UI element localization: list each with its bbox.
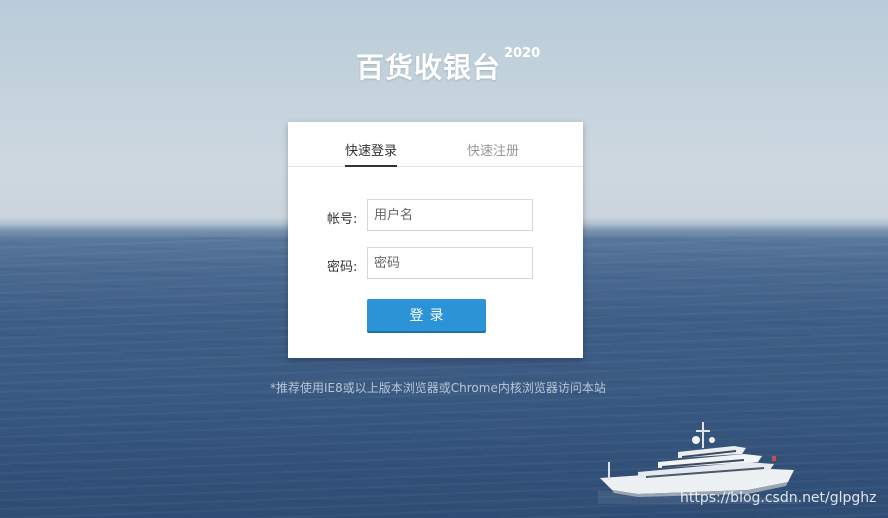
login-button[interactable]: 登录	[367, 299, 486, 331]
yacht-image	[598, 422, 798, 504]
app-year: 2020	[504, 46, 541, 61]
password-input[interactable]	[367, 247, 533, 279]
login-panel: 快速登录 快速注册 帐号: 密码: 登录	[288, 122, 583, 358]
tab-quick-login[interactable]: 快速登录	[345, 140, 398, 167]
app-title: 百货收银台	[356, 51, 502, 84]
tab-bar: 快速登录 快速注册	[288, 122, 583, 167]
tab-quick-register[interactable]: 快速注册	[467, 140, 519, 159]
username-label: 帐号:	[327, 212, 358, 227]
username-input[interactable]	[367, 199, 533, 231]
password-label: 密码:	[327, 260, 358, 275]
browser-notice: *推荐使用IE8或以上版本浏览器或Chrome内核浏览器访问本站	[270, 381, 606, 395]
watermark: https://blog.csdn.net/glpghz	[680, 490, 877, 506]
